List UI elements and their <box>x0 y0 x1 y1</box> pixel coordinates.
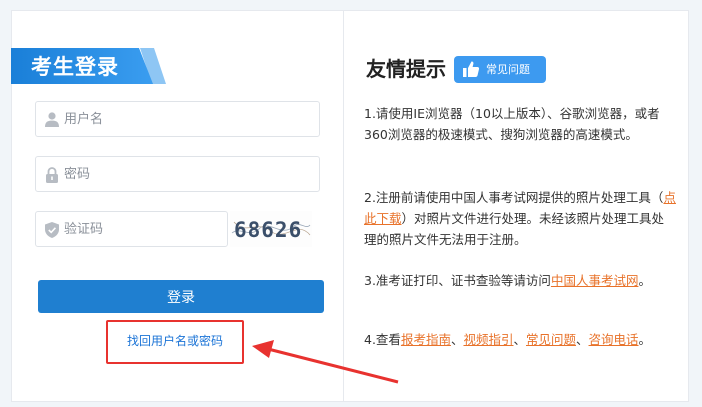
username-field-wrapper <box>35 101 320 137</box>
captcha-input[interactable] <box>64 212 214 246</box>
faq-link[interactable]: 常见问题 <box>526 332 576 347</box>
faq-button[interactable]: 常见问题 <box>454 56 546 83</box>
tips-title: 友情提示 <box>366 57 446 81</box>
tip-paragraph-1: 1.请使用IE浏览器（10以上版本）、谷歌浏览器，或者360浏览器的极速模式、搜… <box>364 106 660 142</box>
faq-label: 常见问题 <box>486 63 530 76</box>
captcha-field-wrapper <box>35 211 228 247</box>
user-icon <box>45 112 59 127</box>
lock-icon <box>46 167 58 183</box>
captcha-image[interactable]: 68626 <box>230 211 312 247</box>
recover-account-link[interactable]: 找回用户名或密码 <box>106 320 244 364</box>
login-title: 考生登录 <box>31 55 119 79</box>
shield-icon <box>45 222 59 238</box>
captcha-text: 68626 <box>234 218 302 242</box>
tip-paragraph-2: 2.注册前请使用中国人事考试网提供的照片处理工具（点此下载）对照片文件进行处理。… <box>364 190 676 247</box>
hotline-link[interactable]: 咨询电话 <box>589 332 639 347</box>
tip-paragraph-4: 4.查看报考指南、视频指引、常见问题、咨询电话。 <box>364 332 652 347</box>
cpta-website-link[interactable]: 中国人事考试网 <box>551 273 639 288</box>
exam-guide-link[interactable]: 报考指南 <box>401 332 451 347</box>
video-guide-link[interactable]: 视频指引 <box>463 332 513 347</box>
username-input[interactable] <box>64 102 214 136</box>
password-field-wrapper <box>35 156 320 192</box>
password-input[interactable] <box>64 157 214 191</box>
thumbs-up-icon <box>463 61 480 77</box>
tip-paragraph-3: 3.准考证打印、证书查验等请访问中国人事考试网。 <box>364 273 651 288</box>
login-button[interactable]: 登录 <box>38 280 324 313</box>
